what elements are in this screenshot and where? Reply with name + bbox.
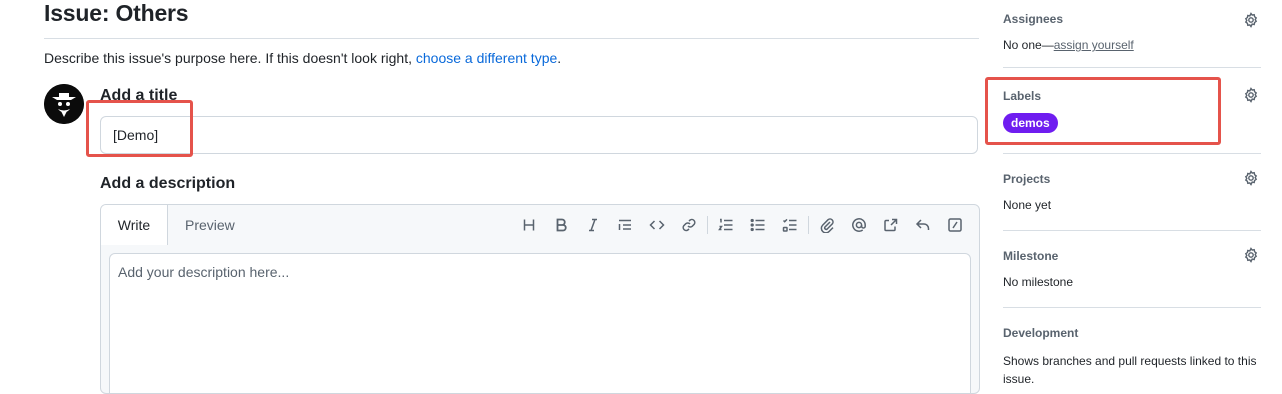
avatar-image bbox=[44, 84, 84, 124]
choose-type-link[interactable]: choose a different type bbox=[416, 50, 557, 66]
quote-icon[interactable] bbox=[609, 213, 641, 237]
description-heading: Add a description bbox=[100, 175, 236, 192]
slash-commands-icon[interactable] bbox=[939, 213, 971, 237]
assign-yourself-link[interactable]: assign yourself bbox=[1054, 38, 1134, 52]
mention-icon[interactable] bbox=[843, 213, 875, 237]
toolbar-divider bbox=[808, 216, 809, 234]
unordered-list-icon[interactable] bbox=[742, 213, 774, 237]
development-heading: Development bbox=[1003, 326, 1079, 340]
page-title: Issue: Others bbox=[44, 0, 189, 26]
description-prefix: Describe this issue's purpose here. If t… bbox=[44, 50, 416, 66]
attach-icon[interactable] bbox=[811, 213, 843, 237]
projects-value: None yet bbox=[1003, 198, 1052, 212]
toolbar-divider bbox=[707, 216, 708, 234]
code-icon[interactable] bbox=[641, 213, 673, 237]
projects-heading: Projects bbox=[1003, 172, 1051, 186]
title-input[interactable] bbox=[100, 116, 978, 154]
sidebar-divider bbox=[1003, 307, 1261, 308]
tab-write[interactable]: Write bbox=[101, 205, 168, 245]
labels-annotation-box bbox=[985, 77, 1221, 145]
avatar bbox=[44, 84, 84, 124]
reply-icon[interactable] bbox=[907, 213, 939, 237]
heading-icon[interactable] bbox=[513, 213, 545, 237]
milestone-gear-icon[interactable] bbox=[1243, 247, 1259, 263]
tab-preview[interactable]: Preview bbox=[185, 205, 235, 245]
sidebar-divider bbox=[1003, 153, 1261, 154]
milestone-value: No milestone bbox=[1003, 275, 1074, 289]
reference-icon[interactable] bbox=[875, 213, 907, 237]
bold-icon[interactable] bbox=[545, 213, 577, 237]
description-textarea[interactable] bbox=[109, 253, 971, 393]
assignees-heading: Assignees bbox=[1003, 12, 1064, 26]
projects-gear-icon[interactable] bbox=[1243, 170, 1259, 186]
milestone-heading: Milestone bbox=[1003, 249, 1059, 263]
labels-gear-icon[interactable] bbox=[1243, 87, 1259, 103]
title-divider bbox=[44, 38, 979, 39]
markdown-editor: Write Preview bbox=[100, 204, 980, 394]
markdown-toolbar bbox=[513, 213, 971, 237]
italic-icon[interactable] bbox=[577, 213, 609, 237]
link-icon[interactable] bbox=[673, 213, 705, 237]
ordered-list-icon[interactable] bbox=[710, 213, 742, 237]
title-annotation-box bbox=[86, 100, 193, 157]
sidebar-divider bbox=[1003, 67, 1261, 68]
description-suffix: . bbox=[557, 50, 562, 66]
assignees-gear-icon[interactable] bbox=[1243, 12, 1259, 28]
sidebar-divider bbox=[1003, 230, 1261, 231]
assignees-empty-text: No one— bbox=[1003, 38, 1054, 52]
issue-type-description: Describe this issue's purpose here. If t… bbox=[44, 50, 561, 66]
assignees-value: No one—assign yourself bbox=[1003, 38, 1134, 52]
task-list-icon[interactable] bbox=[774, 213, 806, 237]
